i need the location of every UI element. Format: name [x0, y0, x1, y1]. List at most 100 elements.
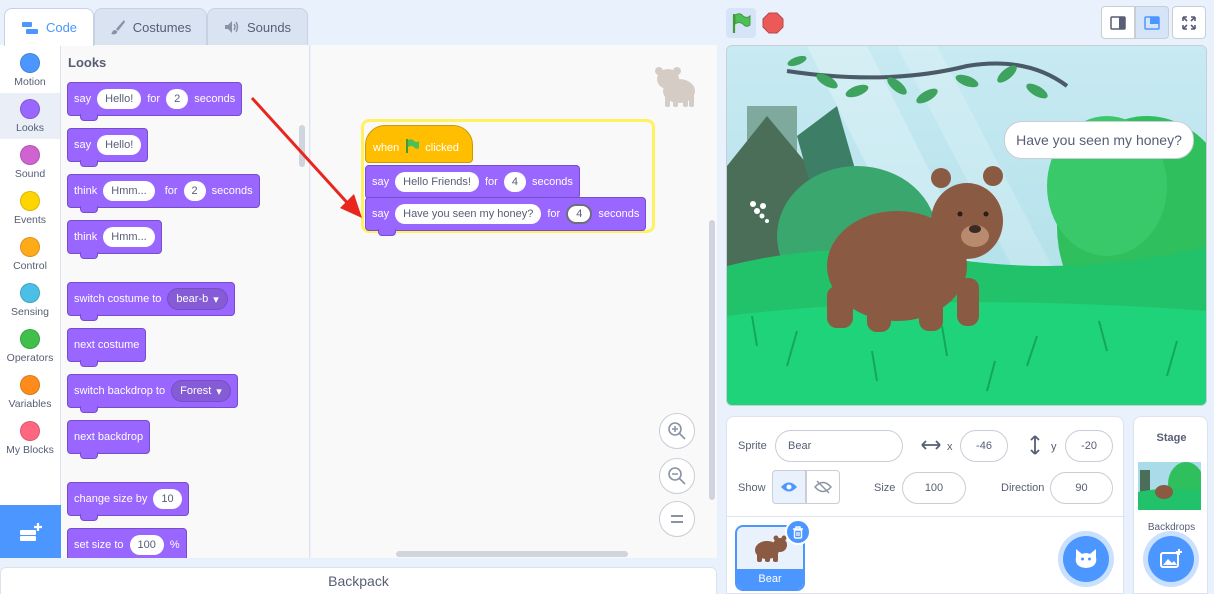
switch-backdrop-block[interactable]: switch backdrop to Forest ▾ [67, 374, 238, 413]
category-variables[interactable]: Variables [0, 369, 60, 415]
backpack-bar[interactable]: Backpack [0, 567, 717, 594]
category-label: Motion [14, 76, 46, 88]
speech-bubble: Have you seen my honey? [1004, 121, 1194, 159]
workspace-vertical-scrollbar[interactable] [709, 220, 715, 500]
secs-input[interactable]: 2 [183, 181, 206, 201]
message-input[interactable]: Hello! [97, 135, 142, 155]
costume-dropdown[interactable]: bear-b ▾ [167, 288, 228, 310]
category-label: Looks [15, 122, 45, 134]
category-my-blocks[interactable]: My Blocks [0, 415, 60, 461]
control-dot-icon [20, 237, 40, 257]
block-text: seconds [598, 208, 640, 220]
zoom-reset-button[interactable] [659, 501, 695, 537]
trash-icon [793, 525, 803, 539]
next-costume-block[interactable]: next costume [67, 328, 147, 367]
zoom-out-button[interactable] [659, 458, 695, 494]
green-flag-icon [406, 139, 420, 153]
category-sensing[interactable]: Sensing [0, 277, 60, 323]
category-menu: Motion Looks Sound Events Control Sensin… [0, 45, 61, 505]
small-stage-button[interactable] [1101, 6, 1135, 39]
show-label: Show [738, 482, 766, 494]
category-looks[interactable]: Looks [0, 93, 60, 139]
think-block[interactable]: think Hmm... [67, 220, 162, 259]
secs-input[interactable]: 4 [566, 204, 593, 224]
secs-input[interactable]: 4 [503, 172, 526, 192]
x-position-field[interactable]: -46 [960, 430, 1008, 462]
stage-selector[interactable]: Stage Backdrops [1133, 416, 1208, 594]
sprite-properties: Sprite Bear x -46 y -20 Show Size 100 Di… [727, 417, 1125, 517]
next-backdrop-block[interactable]: next backdrop [67, 420, 151, 459]
direction-label: Direction [1001, 482, 1045, 494]
add-extension-icon [19, 522, 42, 541]
direction-field[interactable]: 90 [1050, 472, 1113, 504]
dropdown-value: bear-b [176, 293, 209, 305]
category-label: Variables [8, 398, 52, 410]
block-text: % [169, 539, 180, 551]
say-for-secs-block[interactable]: say Have you seen my honey? for 4 second… [365, 197, 647, 236]
tab-sounds[interactable]: Sounds [207, 8, 308, 45]
message-input[interactable]: Hmm... [103, 181, 155, 201]
block-text: say [74, 93, 92, 105]
say-for-secs-block[interactable]: say Hello! for 2 seconds [67, 82, 243, 121]
when-flag-clicked-block[interactable]: when clicked [365, 125, 473, 163]
variables-dot-icon [20, 375, 40, 395]
category-motion[interactable]: Motion [0, 47, 60, 93]
block-text: seconds [194, 93, 236, 105]
stop-button[interactable] [762, 12, 784, 34]
stage-canvas[interactable]: Have you seen my honey? [726, 45, 1207, 406]
block-text: say [74, 139, 92, 151]
size-input[interactable]: 100 [129, 535, 164, 555]
code-workspace[interactable]: when clicked say Hello Friends! for 4 se… [311, 45, 717, 558]
hide-sprite-button[interactable] [806, 470, 840, 504]
fullscreen-button[interactable] [1172, 6, 1206, 39]
normal-stage-button[interactable] [1135, 6, 1169, 39]
choose-sprite-button[interactable] [1063, 536, 1109, 582]
backdrops-label: Backdrops [1147, 522, 1196, 533]
size-field[interactable]: 100 [902, 472, 966, 504]
green-flag-button[interactable] [726, 8, 756, 38]
switch-costume-block[interactable]: switch costume to bear-b ▾ [67, 282, 235, 321]
message-input[interactable]: Hmm... [103, 227, 155, 247]
category-events[interactable]: Events [0, 185, 60, 231]
block-text: for [164, 185, 178, 197]
say-block[interactable]: say Hello! [67, 128, 149, 167]
workspace-horizontal-scrollbar[interactable] [396, 551, 628, 557]
sprite-name-field[interactable]: Bear [775, 430, 903, 462]
tab-costumes[interactable]: Costumes [94, 8, 207, 45]
think-for-secs-block[interactable]: think Hmm... for 2 seconds [67, 174, 260, 213]
set-size-block[interactable]: set size to 100 % [67, 528, 187, 558]
message-input[interactable]: Hello! [97, 89, 142, 109]
block-text: seconds [531, 176, 573, 188]
equals-icon [671, 515, 683, 523]
category-operators[interactable]: Operators [0, 323, 60, 369]
show-sprite-button[interactable] [772, 470, 806, 504]
sensing-dot-icon [20, 283, 40, 303]
y-position-field[interactable]: -20 [1065, 430, 1113, 462]
block-text: when [373, 142, 400, 154]
message-input[interactable]: Have you seen my honey? [395, 204, 542, 224]
tab-code[interactable]: Code [4, 8, 94, 46]
secs-input[interactable]: 2 [166, 89, 189, 109]
speech-text: Have you seen my honey? [1016, 132, 1182, 148]
size-input[interactable]: 10 [153, 489, 182, 509]
choose-backdrop-button[interactable] [1148, 536, 1194, 582]
block-text: think [74, 185, 98, 197]
events-dot-icon [20, 191, 40, 211]
block-text: switch costume to [74, 293, 162, 305]
tab-code-label: Code [45, 20, 78, 35]
category-label: Operators [6, 352, 54, 364]
category-sound[interactable]: Sound [0, 139, 60, 185]
motion-dot-icon [20, 53, 40, 73]
say-for-secs-block[interactable]: say Hello Friends! for 4 seconds [365, 165, 580, 204]
add-extension-button[interactable] [0, 505, 61, 558]
category-label: My Blocks [6, 444, 54, 456]
backdrop-dropdown[interactable]: Forest ▾ [171, 380, 231, 402]
change-size-block[interactable]: change size by 10 [67, 482, 189, 521]
my-blocks-dot-icon [20, 421, 40, 441]
delete-sprite-button[interactable] [785, 519, 811, 545]
category-control[interactable]: Control [0, 231, 60, 277]
zoom-in-button[interactable] [659, 413, 695, 449]
eye-icon [781, 482, 797, 492]
message-input[interactable]: Hello Friends! [395, 172, 479, 192]
stage-selector-title: Stage [1156, 432, 1187, 444]
